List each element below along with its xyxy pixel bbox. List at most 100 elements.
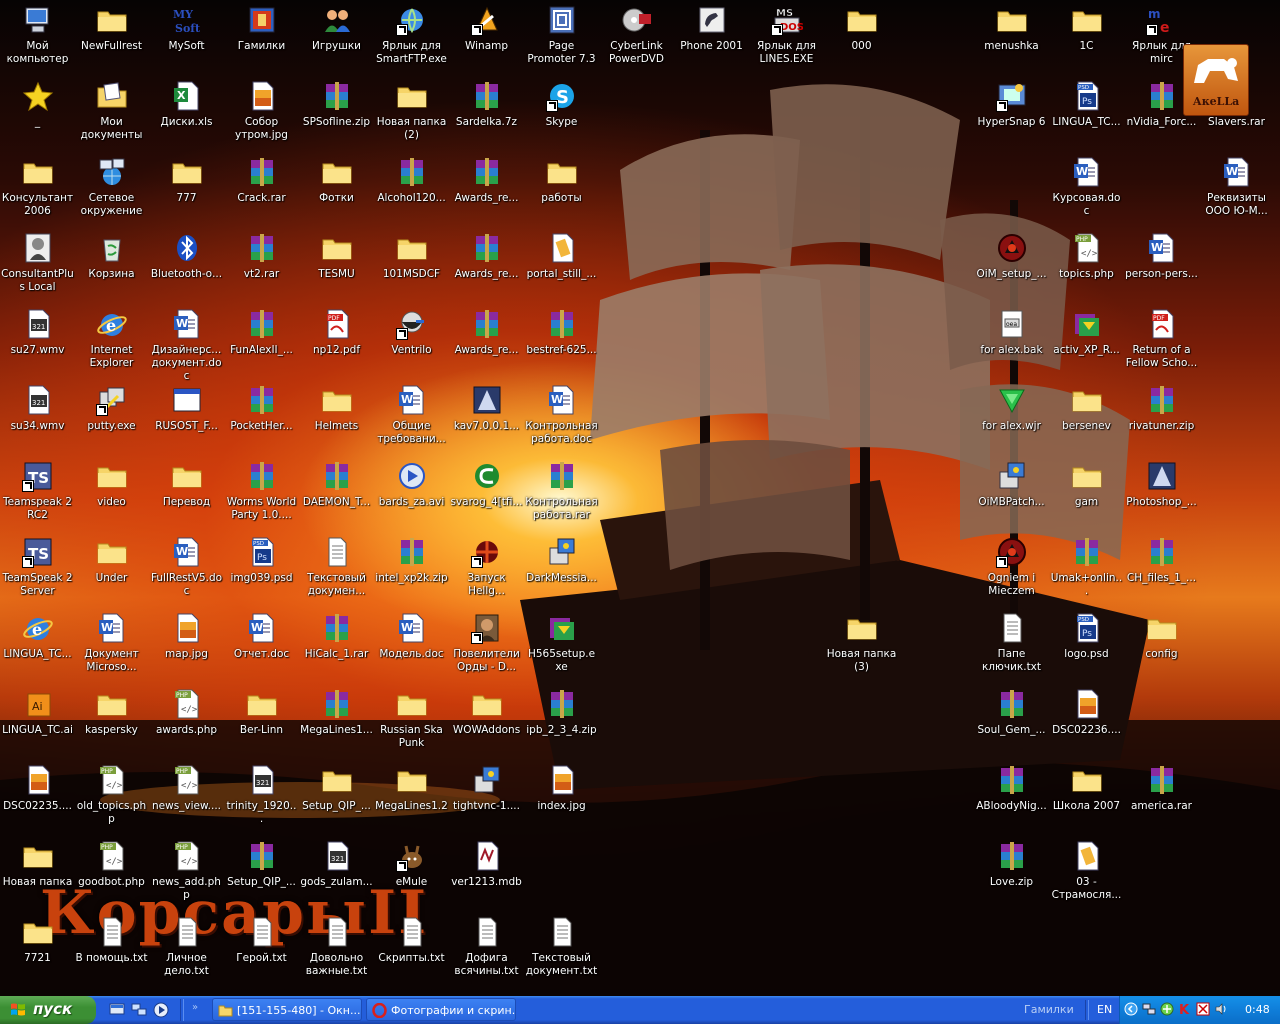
desktop-icon-44[interactable]: portal_still_... — [524, 230, 599, 306]
desktop-icon-66[interactable]: W Контрольная работа.doc — [524, 382, 599, 458]
desktop-icon-4[interactable]: Игрушки — [299, 2, 374, 78]
desktop-icon-49[interactable]: e Internet Explorer — [74, 306, 149, 382]
desktop-icon-62[interactable]: PocketHer... — [224, 382, 299, 458]
desktop-icon-8[interactable]: CyberLink PowerDVD — [599, 2, 674, 78]
start-button[interactable]: пуск — [0, 996, 96, 1024]
desktop-icon-70[interactable]: TS Teamspeak 2 RC2 — [0, 458, 75, 534]
desktop-icon-55[interactable]: bestref-625... — [524, 306, 599, 382]
desktop-icon-125[interactable]: Новая папка — [0, 838, 75, 914]
desktop-icon-11[interactable]: 000 — [824, 2, 899, 78]
desktop-icon-81[interactable]: TS TeamSpeak 2 Server — [0, 534, 75, 610]
desktop-icon-69[interactable]: rivatuner.zip — [1124, 382, 1199, 458]
desktop-icon-28[interactable]: Сетевое окружение — [74, 154, 149, 230]
desktop-icon-86[interactable]: intel_xp2k.zip — [374, 534, 449, 610]
desktop-icon-43[interactable]: Awards_re... — [449, 230, 524, 306]
desktop-icon-64[interactable]: W Общие требовани... — [374, 382, 449, 458]
desktop-icon-99[interactable]: H565setup.exe — [524, 610, 599, 686]
desktop-icon-113[interactable]: DSC02236.... — [1049, 686, 1124, 762]
desktop-icon-72[interactable]: Перевод — [149, 458, 224, 534]
desktop-icon-38[interactable]: Корзина — [74, 230, 149, 306]
desktop-icon-57[interactable]: activ_XP_R... — [1049, 306, 1124, 382]
desktop-icon-5[interactable]: Ярлык для SmartFTP.exe — [374, 2, 449, 78]
desktop-icon-0[interactable]: Мой компьютер — [0, 2, 75, 78]
desktop-icon-61[interactable]: RUSOST_F... — [149, 382, 224, 458]
desktop-icon-6[interactable]: Winamp — [449, 2, 524, 78]
desktop-icon-10[interactable]: MS DOS Ярлык для LINES.EXE — [749, 2, 824, 78]
desktop-icon-31[interactable]: Фотки — [299, 154, 374, 230]
desktop-icon-130[interactable]: eMule — [374, 838, 449, 914]
desktop-icon-129[interactable]: 321 gods_zulam... — [299, 838, 374, 914]
desktop-icon-67[interactable]: for alex.wjr — [974, 382, 1049, 458]
desktop-icon-63[interactable]: Helmets — [299, 382, 374, 458]
desktop-icon-22[interactable]: S Skype — [524, 78, 599, 154]
desktop-icon-60[interactable]: putty.exe — [74, 382, 149, 458]
desktop-icon-56[interactable]: oea for alex.bak — [974, 306, 1049, 382]
language-indicator[interactable]: EN — [1097, 1003, 1112, 1016]
desktop-icon-112[interactable]: Soul_Gem_... — [974, 686, 1049, 762]
desktop-icon-18[interactable]: Собор утром.jpg — [224, 78, 299, 154]
desktop-icon-36[interactable]: W Реквизиты ООО Ю-М... — [1199, 154, 1274, 230]
desktop-icon-128[interactable]: Setup_QIP_... — [224, 838, 299, 914]
desktop-icon-13[interactable]: 1C — [1049, 2, 1124, 78]
desktop-icon-127[interactable]: PHP </> news_add.php — [149, 838, 224, 914]
desktop-icon-131[interactable]: ver1213.mdb — [449, 838, 524, 914]
desktop-icon-83[interactable]: W FullRestV5.doc — [149, 534, 224, 610]
desktop-icon-124[interactable]: america.rar — [1124, 762, 1199, 838]
desktop-icon-71[interactable]: video — [74, 458, 149, 534]
taskbar-grip[interactable]: » — [192, 1002, 200, 1018]
desktop-icon-1[interactable]: NewFullrest — [74, 2, 149, 78]
desktop-icon-24[interactable]: PSD Ps LINGUA_TC... — [1049, 78, 1124, 154]
desktop-icon-106[interactable]: PHP </> awards.php — [149, 686, 224, 762]
desktop-icon-58[interactable]: PDF Return of a Fellow Scho... — [1124, 306, 1199, 382]
volume-icon[interactable] — [1214, 1002, 1228, 1016]
app-tray-icon[interactable] — [1160, 1002, 1174, 1016]
desktop-icon-17[interactable]: X Диски.xls — [149, 78, 224, 154]
desktop-icon-32[interactable]: Alcohol120... — [374, 154, 449, 230]
desktop-icon-90[interactable]: Umak+onlin... — [1049, 534, 1124, 610]
desktop-icon-7[interactable]: Page Promoter 7.3 — [524, 2, 599, 78]
network-connection-icon[interactable] — [1142, 1002, 1156, 1016]
desktop-icon-140[interactable]: Дофига всячины.txt — [449, 914, 524, 990]
desktop-icon-110[interactable]: WOWAddons — [449, 686, 524, 762]
desktop-icon-120[interactable]: tightvnc-1.... — [449, 762, 524, 838]
desktop-icon-111[interactable]: ipb_2_3_4.zip — [524, 686, 599, 762]
desktop-icon-9[interactable]: Phone 2001 — [674, 2, 749, 78]
desktop-icon-77[interactable]: Контрольная работа.rar — [524, 458, 599, 534]
desktop-icon-114[interactable]: DSC02235.... — [0, 762, 75, 838]
desktop-icon-29[interactable]: 777 — [149, 154, 224, 230]
desktop-icon-96[interactable]: HiCalc_1.rar — [299, 610, 374, 686]
desktop-icon-89[interactable]: Ogniem i Mieczem — [974, 534, 1049, 610]
desktop-icon-101[interactable]: Папе ключик.txt — [974, 610, 1049, 686]
desktop-icon-109[interactable]: Russian Ska Punk — [374, 686, 449, 762]
desktop-icon-79[interactable]: gam — [1049, 458, 1124, 534]
desktop-icon-54[interactable]: Awards_re... — [449, 306, 524, 382]
desktop-icon-12[interactable]: menushka — [974, 2, 1049, 78]
desktop-icon-53[interactable]: Ventrilo — [374, 306, 449, 382]
desktop-icon-19[interactable]: SPSofline.zip — [299, 78, 374, 154]
kaspersky-icon[interactable]: K — [1178, 1002, 1192, 1016]
desktop-icon-88[interactable]: DarkMessia... — [524, 534, 599, 610]
media-player-icon[interactable] — [152, 1001, 170, 1019]
desktop-icon-51[interactable]: FunAlexII_... — [224, 306, 299, 382]
desktop-icon-119[interactable]: MegaLines1.2 — [374, 762, 449, 838]
desktop-icon-23[interactable]: HyperSnap 6 — [974, 78, 1049, 154]
desktop-icon-45[interactable]: OiM_setup_... — [974, 230, 1049, 306]
desktop-icon-122[interactable]: ABloodyNig... — [974, 762, 1049, 838]
desktop-icon-92[interactable]: e LINGUA_TC... — [0, 610, 75, 686]
desktop-icon-133[interactable]: 03 - Страмосля... — [1049, 838, 1124, 914]
network-icon[interactable] — [130, 1001, 148, 1019]
desktop-icon-94[interactable]: map.jpg — [149, 610, 224, 686]
desktop-icon-137[interactable]: Герой.txt — [224, 914, 299, 990]
tray-collapse-icon[interactable] — [1124, 1002, 1138, 1016]
desktop-icon-34[interactable]: работы — [524, 154, 599, 230]
desktop-icon-75[interactable]: bards_za.avi — [374, 458, 449, 534]
desktop-icon-41[interactable]: TESMU — [299, 230, 374, 306]
desktop-icon-135[interactable]: В помощь.txt — [74, 914, 149, 990]
desktop-icon-134[interactable]: 7721 — [0, 914, 75, 990]
desktop-icon-16[interactable]: Мои документы — [74, 78, 149, 154]
desktop-icon-40[interactable]: vt2.rar — [224, 230, 299, 306]
desktop-icon-33[interactable]: Awards_re... — [449, 154, 524, 230]
desktop-icon-76[interactable]: svarog_4[tfi... — [449, 458, 524, 534]
desktop-icon-48[interactable]: 321 su27.wmv — [0, 306, 75, 382]
desktop-icon-85[interactable]: Текстовый докумен... — [299, 534, 374, 610]
